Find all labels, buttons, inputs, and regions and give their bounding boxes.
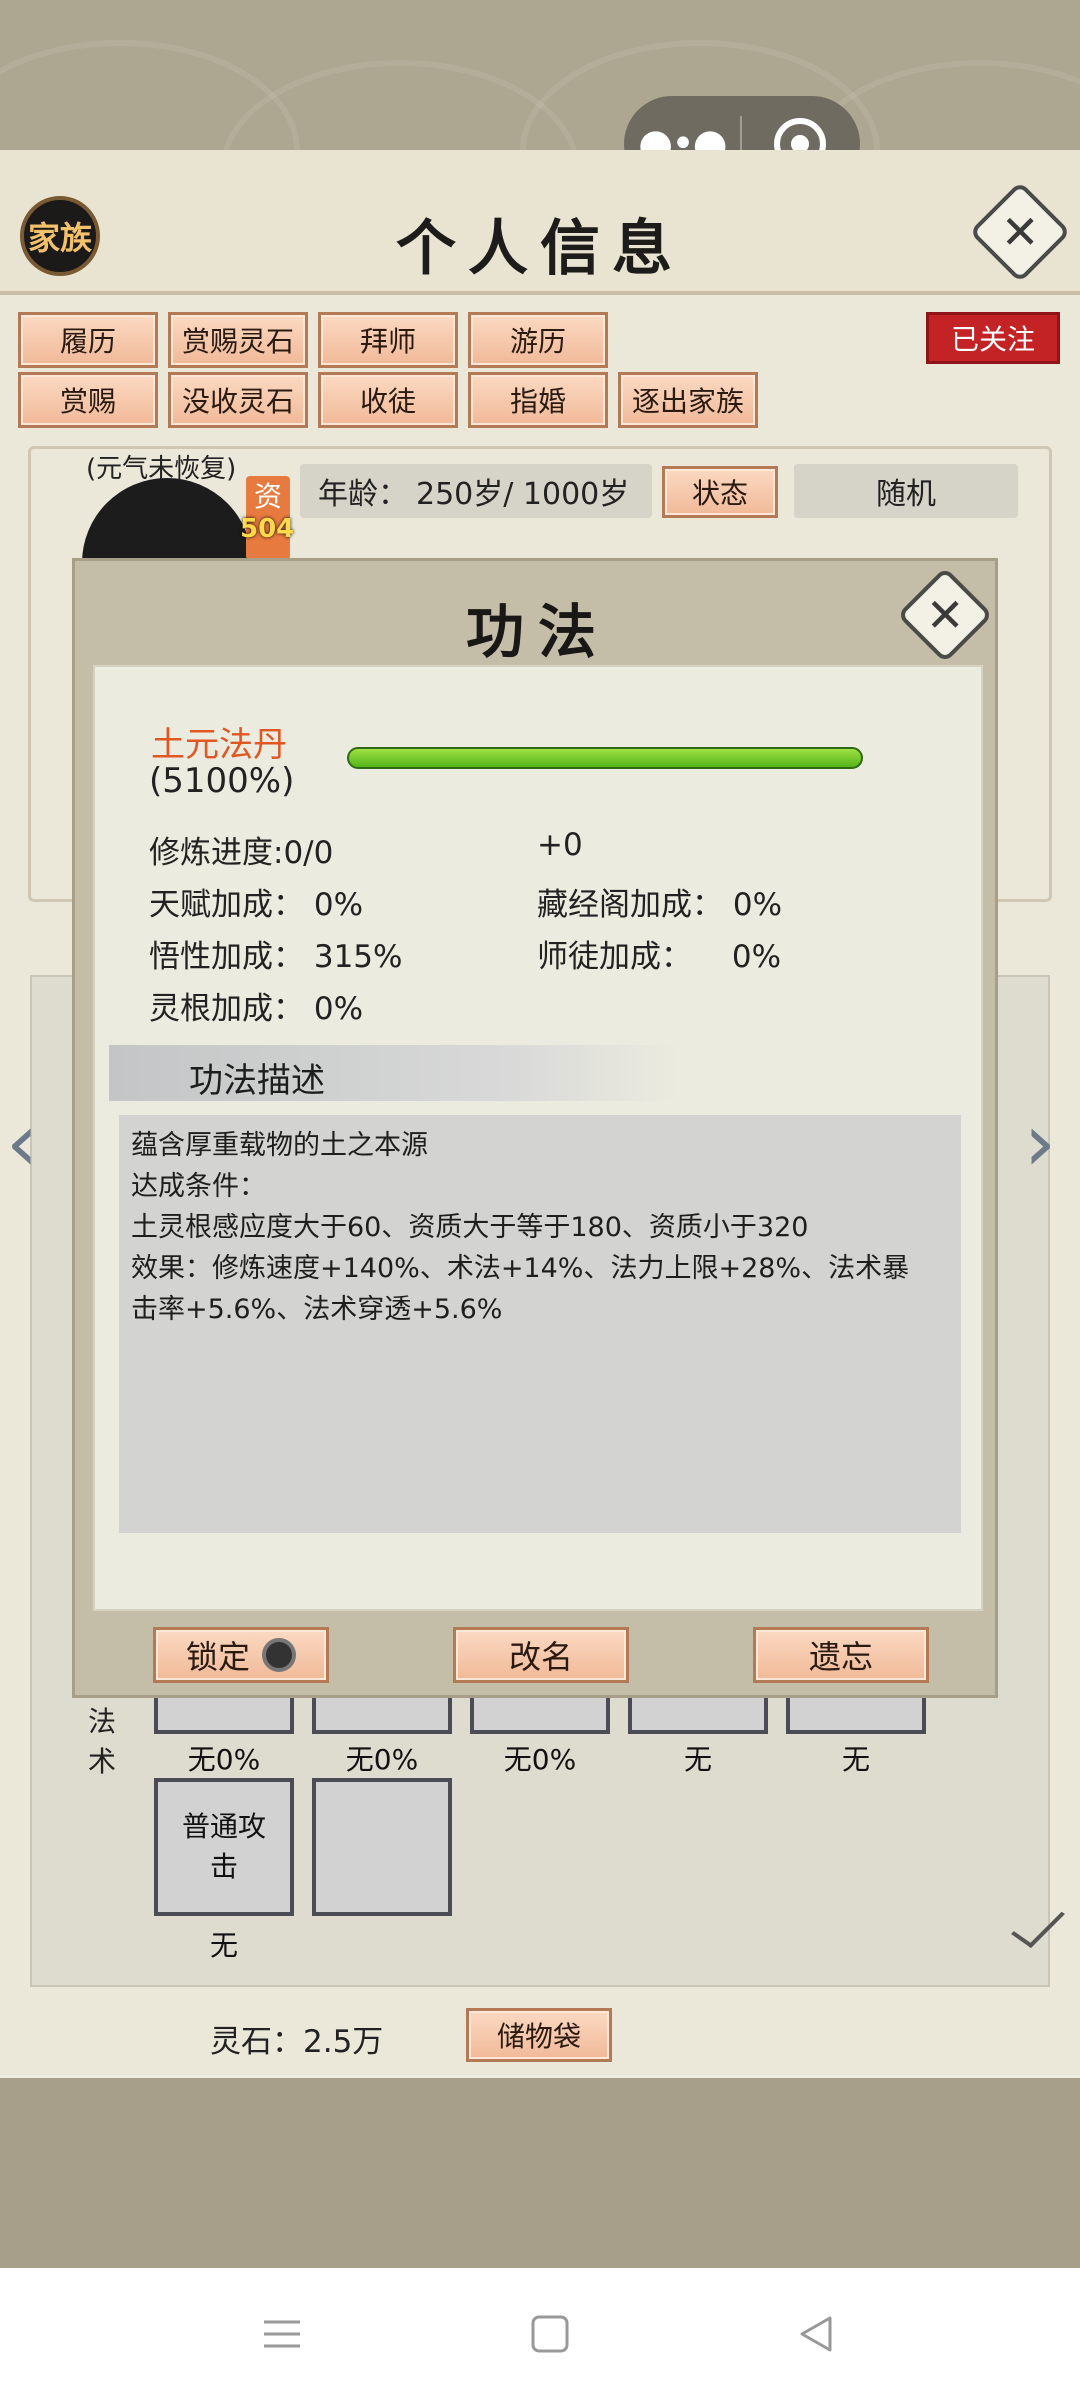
comprehension-label: 悟性加成： [149,939,304,975]
skill-caption-basic: 无 [209,1929,238,1962]
arrange-marriage-button[interactable]: 指婚 [468,372,608,428]
comprehension-bonus: 悟性加成： 315% [149,931,403,976]
lock-toggle-icon [262,1638,296,1672]
description-header-label: 功法描述 [189,1061,325,1101]
comprehension-value: 315% [313,939,403,975]
bonus-plus: +0 [537,827,583,863]
talent-label: 天赋加成： [149,887,304,923]
bottom-decor [0,2078,1080,2268]
skills-label-char-2: 术 [88,1745,117,1778]
master-value: 0% [731,939,782,975]
library-bonus: 藏经阁加成： 0% [537,879,782,924]
technique-percent: (5100%) [149,761,295,801]
page-title: 个人信息 [396,214,684,284]
storage-bag-button[interactable]: 储物袋 [466,2008,612,2062]
skills-section-label: 法 术 [88,1702,116,1782]
library-value: 0% [732,887,783,923]
age-field: 年龄： 250岁/ 1000岁 [300,464,652,518]
description-line: 效果：修炼速度+140%、术法+14%、法力上限+28%、法术暴 [131,1253,910,1284]
take-disciple-button[interactable]: 收徒 [318,372,458,428]
skill-caption-4: 无 [683,1743,712,1776]
menu-icon[interactable] [262,2314,302,2358]
skill-caption-1: 无0% [187,1743,261,1776]
skill-caption-3: 无0% [503,1743,577,1776]
description-box: 蕴含厚重载物的土之本源 达成条件： 土灵根感应度大于60、资质大于等于180、资… [119,1115,961,1533]
close-icon: ✕ [925,587,965,642]
travel-button[interactable]: 游历 [468,312,608,368]
apprentice-button[interactable]: 拜师 [318,312,458,368]
modal-title: 功法 [465,598,610,666]
age-label: 年龄： [318,477,408,512]
avatar-status-note: (元气未恢复) [86,454,237,484]
age-value: 250岁/ 1000岁 [416,477,630,512]
spirit-stone-count: 灵石：2.5万 [210,2024,384,2060]
spirit-root-label: 灵根加成： [149,991,304,1027]
modal-content: 土元法丹 (5100%) 修炼进度:0/0 +0 天赋加成： 0% 藏经阁加成：… [93,665,983,1611]
forget-button[interactable]: 遗忘 [753,1627,929,1683]
system-navbar [0,2268,1080,2400]
technique-name: 土元法丹 [151,725,287,765]
technique-progress-bar [347,747,863,769]
skill-caption-2: 无0% [345,1743,419,1776]
resume-button[interactable]: 履历 [18,312,158,368]
close-icon: ✕ [1000,204,1040,259]
skill-slot-basic-attack[interactable]: 普通攻击 [154,1778,294,1916]
spirit-root-value: 0% [313,991,364,1027]
aptitude-value: 504 [240,514,295,544]
master-label: 师徒加成： [537,939,692,975]
page-header: 家族 个人信息 ✕ [0,150,1080,295]
random-button[interactable]: 随机 [794,464,1018,518]
next-arrow-icon[interactable]: › [1024,1096,1056,1189]
prev-arrow-icon[interactable]: ‹ [6,1096,38,1189]
state-button[interactable]: 状态 [662,466,778,518]
cultivation-progress: 修炼进度:0/0 [149,835,334,871]
followed-badge[interactable]: 已关注 [926,312,1060,364]
lock-button[interactable]: 锁定 [153,1627,329,1683]
back-icon[interactable] [796,2314,836,2358]
library-label: 藏经阁加成： [537,887,723,923]
description-line: 土灵根感应度大于60、资质大于等于180、资质小于320 [131,1212,809,1243]
home-icon[interactable] [530,2314,570,2358]
skill-caption-5: 无 [841,1743,870,1776]
expel-button[interactable]: 逐出家族 [618,372,758,428]
reward-button[interactable]: 赏赐 [18,372,158,428]
description-line: 达成条件： [131,1171,266,1202]
technique-modal: 功法 ✕ 土元法丹 (5100%) 修炼进度:0/0 +0 天赋加成： 0% 藏… [72,558,998,1698]
description-line: 击率+5.6%、法术穿透+5.6% [131,1294,503,1325]
skills-label-char-1: 法 [88,1705,117,1738]
skill-slot-empty[interactable] [312,1778,452,1916]
skill-name: 普通攻击 [181,1810,266,1883]
top-background [0,0,1080,150]
talent-bonus: 天赋加成： 0% [149,879,363,924]
reward-stone-button[interactable]: 赏赐灵石 [168,312,308,368]
confiscate-stone-button[interactable]: 没收灵石 [168,372,308,428]
lock-label: 锁定 [185,1638,250,1676]
description-header: 功法描述 [109,1045,679,1101]
master-bonus: 师徒加成： 0% [537,931,781,976]
spirit-root-bonus: 灵根加成： 0% [149,983,363,1028]
rename-button[interactable]: 改名 [453,1627,629,1683]
description-line: 蕴含厚重载物的土之本源 [131,1130,428,1161]
talent-value: 0% [313,887,364,923]
